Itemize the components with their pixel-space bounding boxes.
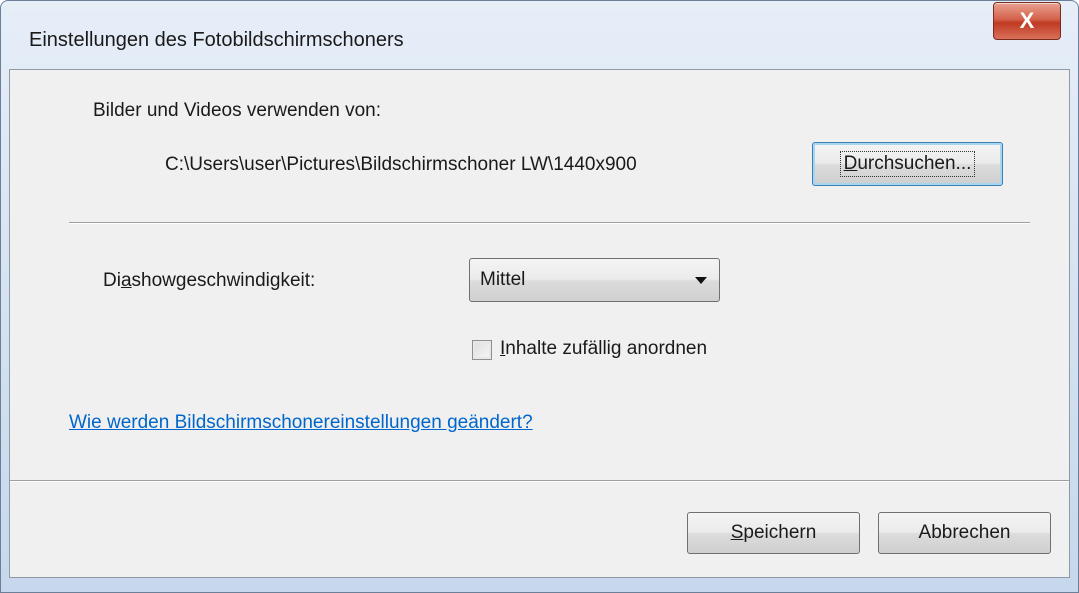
cancel-button-label: Abbrechen bbox=[918, 522, 1011, 543]
chevron-down-icon bbox=[695, 277, 707, 284]
section-divider bbox=[69, 222, 1030, 224]
save-button-label: Speichern bbox=[730, 522, 817, 543]
window-title: Einstellungen des Fotobildschirmschoners bbox=[29, 29, 404, 51]
save-button[interactable]: Speichern bbox=[687, 512, 860, 554]
shuffle-checkbox[interactable] bbox=[472, 340, 492, 360]
close-icon: X bbox=[1019, 8, 1035, 33]
cancel-button[interactable]: Abbrechen bbox=[878, 512, 1051, 554]
close-button[interactable]: X bbox=[993, 2, 1061, 40]
title-bar[interactable]: Einstellungen des Fotobildschirmschoners… bbox=[1, 1, 1078, 73]
browse-button-label: Durchsuchen... bbox=[839, 151, 976, 177]
speed-dropdown[interactable]: Mittel bbox=[469, 258, 720, 302]
source-label: Bilder und Videos verwenden von: bbox=[93, 100, 382, 121]
footer-divider bbox=[10, 480, 1069, 482]
speed-label: Diashowgeschwindigkeit: bbox=[103, 270, 316, 291]
shuffle-label[interactable]: Inhalte zufällig anordnen bbox=[500, 338, 707, 360]
source-path: C:\Users\user\Pictures\Bildschirmschoner… bbox=[165, 154, 637, 175]
dialog-window: Einstellungen des Fotobildschirmschoners… bbox=[0, 0, 1079, 593]
help-link[interactable]: Wie werden Bildschirmschonereinstellunge… bbox=[69, 412, 533, 434]
dialog-content: Bilder und Videos verwenden von: C:\User… bbox=[9, 69, 1070, 578]
speed-dropdown-value: Mittel bbox=[480, 269, 526, 290]
browse-button[interactable]: Durchsuchen... bbox=[812, 142, 1003, 186]
